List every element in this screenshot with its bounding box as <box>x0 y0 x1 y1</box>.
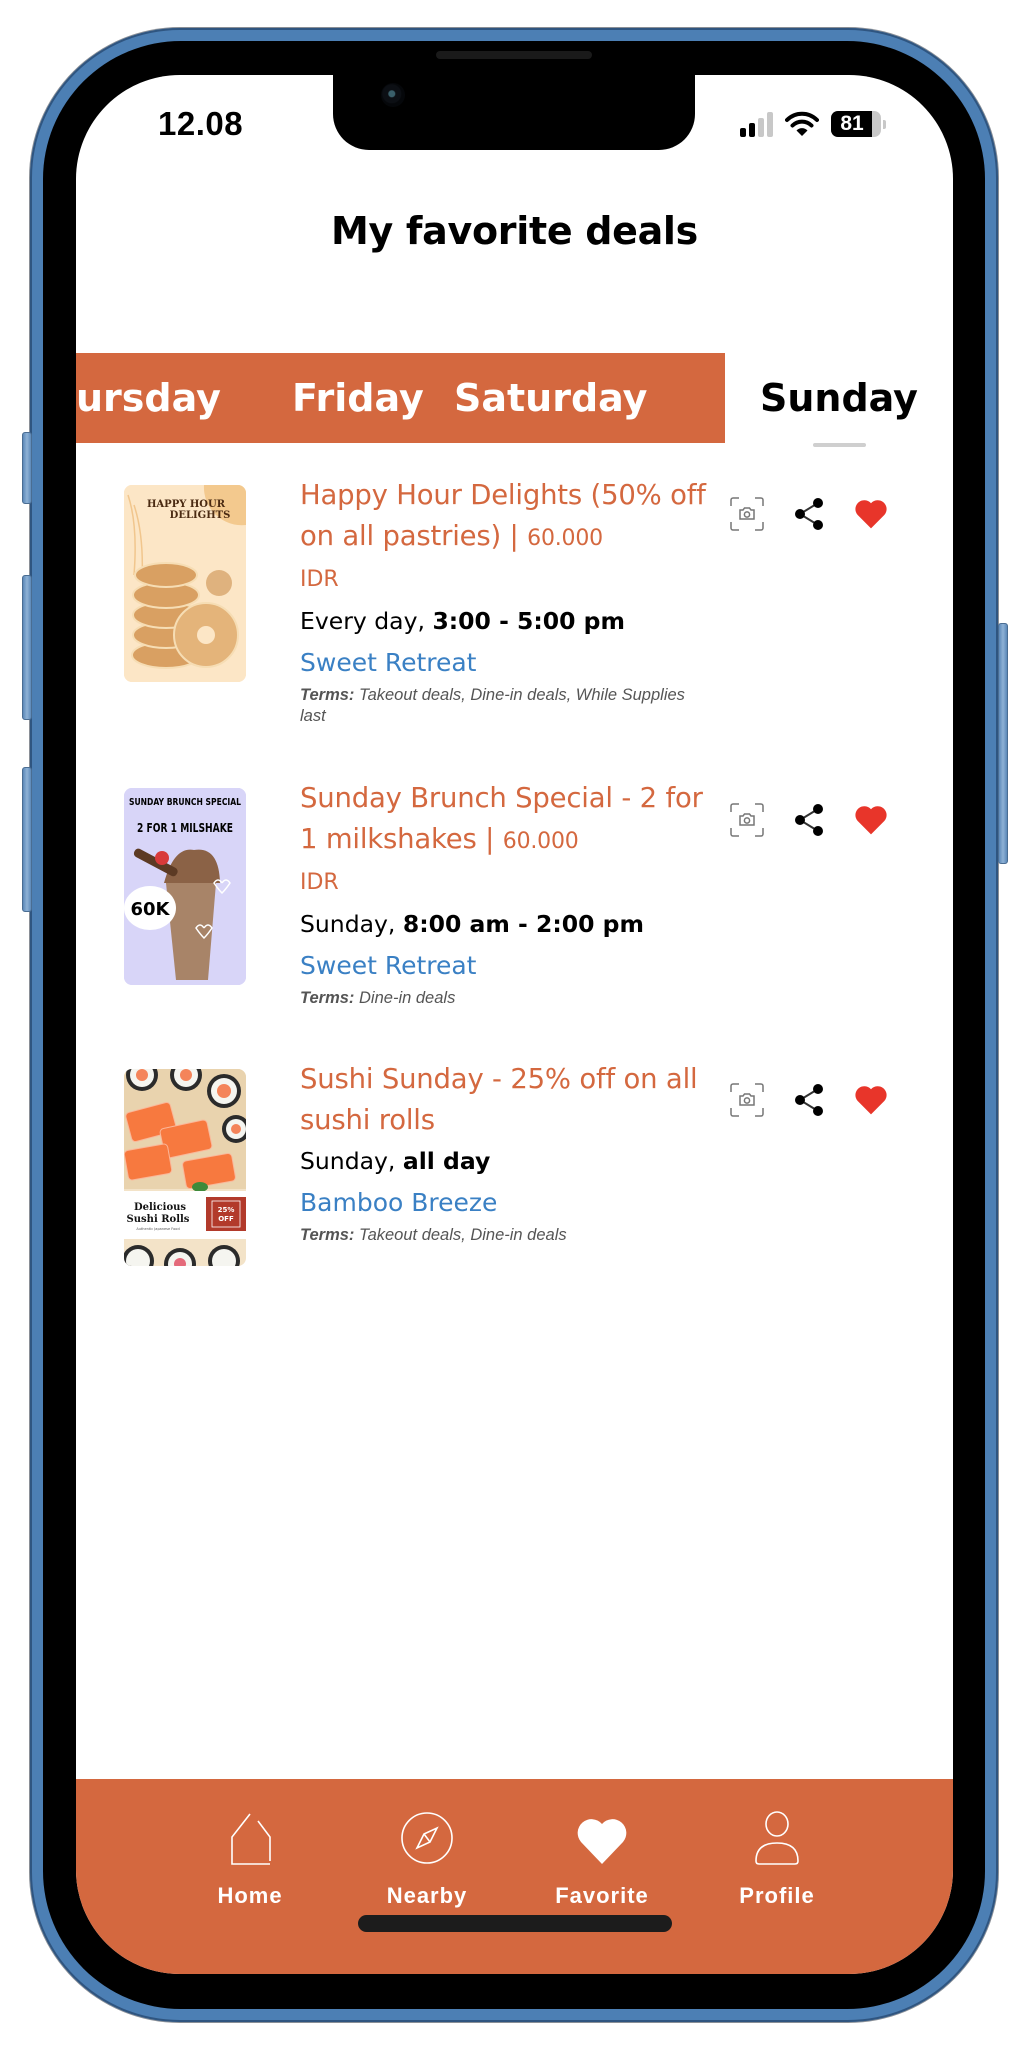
deal-info: Happy Hour Delights (50% off on all past… <box>300 475 710 727</box>
nav-profile[interactable]: Profile <box>707 1811 847 1909</box>
svg-text:60K: 60K <box>131 899 171 920</box>
deal-actions <box>730 803 888 837</box>
deal-currency: IDR <box>300 870 339 895</box>
heart-icon <box>855 500 887 529</box>
phone-screen: 12.08 81 My favorite deals ursday Friday… <box>76 75 953 1974</box>
tab-sunday[interactable]: Sunday <box>760 353 918 443</box>
active-tab-indicator <box>813 443 866 447</box>
deal-terms: Terms: Takeout deals, Dine-in deals, Whi… <box>300 686 685 725</box>
wifi-icon <box>785 111 819 136</box>
battery-tip <box>883 119 886 129</box>
power-button <box>998 623 1008 864</box>
share-icon <box>795 498 823 530</box>
silent-switch <box>22 432 32 504</box>
nav-nearby-label: Nearby <box>386 1883 468 1908</box>
deal-title[interactable]: Sunday Brunch Special - 2 for 1 milkshak… <box>300 778 710 862</box>
scan-camera-button[interactable] <box>730 497 764 531</box>
notch <box>333 75 695 150</box>
svg-text:HAPPY HOUR: HAPPY HOUR <box>147 499 226 510</box>
bottom-nav: Home Nearby Favorite Profile <box>76 1779 953 1974</box>
deal-image-sushi[interactable]: Delicious Sushi Rolls Authentic Japanese… <box>124 1069 246 1266</box>
deal-schedule: Every day, 3:00 - 5:00 pm <box>300 607 625 635</box>
deal-actions <box>730 1083 888 1117</box>
tab-saturday[interactable]: Saturday <box>454 353 647 443</box>
deal-image-brunch[interactable]: SUNDAY BRUNCH SPECIAL 2 FOR 1 MILSHAKE 6… <box>124 788 246 985</box>
favorite-button[interactable] <box>854 803 888 837</box>
front-camera <box>381 83 405 107</box>
svg-text:2 FOR 1 MILSHAKE: 2 FOR 1 MILSHAKE <box>137 821 233 835</box>
heart-icon <box>577 1819 627 1864</box>
share-button[interactable] <box>792 803 826 837</box>
deal-price: 60.000 <box>502 829 579 854</box>
restaurant-link[interactable]: Sweet Retreat <box>300 641 477 685</box>
restaurant-link[interactable]: Bamboo Breeze <box>300 1181 497 1225</box>
svg-text:SUNDAY BRUNCH SPECIAL: SUNDAY BRUNCH SPECIAL <box>129 797 241 808</box>
home-icon <box>231 1813 271 1865</box>
scan-camera-button[interactable] <box>730 1083 764 1117</box>
scan-camera-icon <box>730 1083 764 1117</box>
deal-title[interactable]: Happy Hour Delights (50% off on all past… <box>300 475 710 559</box>
status-time: 12.08 <box>158 105 244 142</box>
svg-text:Delicious: Delicious <box>134 1202 186 1213</box>
person-icon <box>755 1811 799 1865</box>
heart-icon <box>855 806 887 835</box>
tab-friday[interactable]: Friday <box>292 353 424 443</box>
volume-up-button <box>22 575 32 720</box>
deal-actions <box>730 497 888 531</box>
deal-currency: IDR <box>300 567 339 592</box>
svg-text:DELIGHTS: DELIGHTS <box>170 510 231 521</box>
day-tabs: ursday Friday Saturday Sunday <box>76 353 953 447</box>
restaurant-link[interactable]: Sweet Retreat <box>300 944 477 988</box>
share-icon <box>795 1084 823 1116</box>
svg-text:Authentic Japanese Food: Authentic Japanese Food <box>136 1227 179 1231</box>
deal-image-happy-hour[interactable]: HAPPY HOUR DELIGHTS <box>124 485 246 682</box>
heart-icon <box>855 1086 887 1115</box>
deal-schedule: Sunday, all day <box>300 1147 491 1175</box>
nav-favorite[interactable]: Favorite <box>532 1811 672 1909</box>
nav-profile-label: Profile <box>739 1883 815 1908</box>
nav-nearby[interactable]: Nearby <box>357 1811 497 1909</box>
deal-price: 60.000 <box>527 526 603 551</box>
nav-favorite-label: Favorite <box>555 1883 649 1908</box>
scan-camera-icon <box>730 497 764 531</box>
svg-text:Sushi Rolls: Sushi Rolls <box>127 1214 190 1225</box>
nav-home-label: Home <box>217 1883 283 1908</box>
svg-text:25%: 25% <box>218 1206 235 1214</box>
compass-icon <box>401 1812 453 1864</box>
deal-terms: Terms: Dine-in deals <box>300 989 456 1007</box>
share-button[interactable] <box>792 1083 826 1117</box>
scan-camera-button[interactable] <box>730 803 764 837</box>
deal-title[interactable]: Sushi Sunday - 25% off on all sushi roll… <box>300 1059 710 1141</box>
svg-text:OFF: OFF <box>218 1215 234 1223</box>
tab-thursday[interactable]: ursday <box>76 353 221 443</box>
page-title: My favorite deals <box>331 209 698 253</box>
volume-down-button <box>22 767 32 912</box>
deal-schedule: Sunday, 8:00 am - 2:00 pm <box>300 910 644 938</box>
deal-terms: Terms: Takeout deals, Dine-in deals <box>300 1226 567 1244</box>
battery-icon: 81 <box>831 111 881 137</box>
scan-camera-icon <box>730 803 764 837</box>
earpiece-speaker <box>436 51 592 59</box>
share-icon <box>795 804 823 836</box>
status-indicators: 81 <box>740 108 886 140</box>
share-button[interactable] <box>792 497 826 531</box>
home-indicator[interactable] <box>358 1915 672 1932</box>
favorite-button[interactable] <box>854 1083 888 1117</box>
battery-percent: 81 <box>840 112 864 135</box>
deal-info: Sushi Sunday - 25% off on all sushi roll… <box>300 1059 710 1246</box>
deal-info: Sunday Brunch Special - 2 for 1 milkshak… <box>300 778 710 1009</box>
cellular-signal-icon <box>740 111 773 137</box>
favorite-button[interactable] <box>854 497 888 531</box>
nav-home[interactable]: Home <box>180 1811 320 1909</box>
